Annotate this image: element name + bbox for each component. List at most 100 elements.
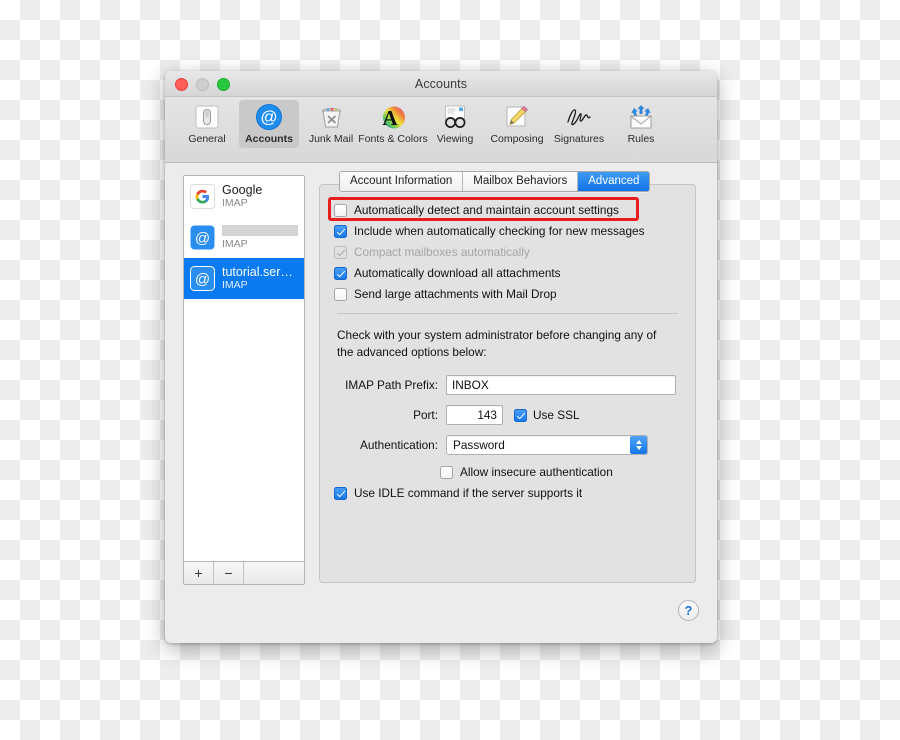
toolbar-label-general: General: [188, 133, 226, 145]
account-type-tutorial-server: IMAP: [222, 279, 248, 291]
account-row-redacted[interactable]: @ IMAP: [184, 218, 304, 258]
minimize-button-icon[interactable]: [196, 78, 209, 91]
toolbar-label-fonts-colors: Fonts & Colors: [358, 133, 428, 145]
svg-text:A: A: [382, 106, 398, 130]
checkbox-label-compact-mailboxes: Compact mailboxes automatically: [354, 245, 530, 259]
authentication-select[interactable]: Password: [446, 435, 648, 456]
field-row-imap-path-prefix: IMAP Path Prefix:: [334, 375, 681, 396]
checkbox-label-use-ssl: Use SSL: [533, 408, 580, 423]
signature-icon: [564, 102, 594, 132]
label-imap-path-prefix: IMAP Path Prefix:: [345, 378, 438, 393]
toolbar-item-accounts[interactable]: @ Accounts: [239, 100, 299, 148]
checkbox-row-use-idle[interactable]: Use IDLE command if the server supports …: [334, 486, 681, 500]
chevron-up-icon: [635, 440, 642, 445]
checkbox-label-mail-drop: Send large attachments with Mail Drop: [354, 287, 557, 301]
add-account-button[interactable]: +: [184, 562, 214, 584]
eyeglasses-icon: [440, 102, 470, 132]
checkbox-row-mail-drop[interactable]: Send large attachments with Mail Drop: [334, 287, 681, 301]
account-name-google: Google: [222, 183, 263, 197]
remove-account-button[interactable]: −: [214, 562, 244, 584]
preferences-body: Google IMAP @ IMAP @ tutorial.ser… IMAP …: [165, 163, 717, 643]
chevron-updown-icon[interactable]: [630, 436, 647, 455]
toolbar-label-rules: Rules: [627, 133, 655, 145]
toolbar-item-fonts-colors[interactable]: A Fonts & Colors: [358, 100, 427, 148]
preferences-toolbar: General @ Accounts Junk Mail A Fonts & C…: [165, 97, 717, 163]
checkbox-use-ssl[interactable]: [514, 408, 527, 422]
help-button[interactable]: ?: [678, 600, 699, 621]
account-row-google[interactable]: Google IMAP: [184, 176, 304, 218]
checkbox-row-download-attachments[interactable]: Automatically download all attachments: [334, 266, 681, 280]
account-text-tutorial-server: tutorial.ser… IMAP: [222, 265, 293, 293]
field-row-authentication: Authentication: Password: [334, 435, 681, 456]
account-name-tutorial-server: tutorial.ser…: [222, 264, 293, 279]
checkbox-row-include-check[interactable]: Include when automatically checking for …: [334, 224, 681, 238]
account-name-redacted-bar: [222, 224, 298, 236]
checkbox-allow-insecure[interactable]: [440, 465, 453, 479]
envelope-arrows-icon: [626, 102, 656, 132]
imap-path-prefix-input[interactable]: [446, 375, 676, 396]
account-text-google: Google IMAP: [222, 183, 262, 211]
admin-note-text: Check with your system administrator bef…: [337, 328, 657, 360]
checkbox-mail-drop[interactable]: [334, 287, 347, 301]
rainbow-letter-a-icon: A: [378, 102, 408, 132]
checkbox-include-check[interactable]: [334, 224, 347, 238]
svg-text:@: @: [195, 271, 210, 288]
tab-mailbox-behaviors[interactable]: Mailbox Behaviors: [463, 172, 579, 191]
accounts-list-toolbar: + −: [184, 561, 304, 584]
toolbar-item-signatures[interactable]: Signatures: [549, 100, 609, 148]
toolbar-item-junk-mail[interactable]: Junk Mail: [301, 100, 361, 148]
window-titlebar: Accounts: [165, 71, 717, 97]
checkbox-label-include-check: Include when automatically checking for …: [354, 224, 645, 238]
checkbox-compact-mailboxes: [334, 245, 347, 259]
settings-tabbar: Account Information Mailbox Behaviors Ad…: [339, 171, 651, 192]
toolbar-item-viewing[interactable]: Viewing: [425, 100, 485, 148]
authentication-select-value: Password: [446, 435, 648, 456]
zoom-button-icon[interactable]: [217, 78, 230, 91]
port-input[interactable]: [446, 405, 503, 426]
accounts-sidebar: Google IMAP @ IMAP @ tutorial.ser… IMAP …: [183, 175, 305, 585]
label-port: Port:: [413, 408, 438, 423]
checkbox-row-compact-mailboxes: Compact mailboxes automatically: [334, 245, 681, 259]
close-button-icon[interactable]: [175, 78, 188, 91]
toolbar-label-viewing: Viewing: [436, 133, 474, 145]
account-settings-area: Account Information Mailbox Behaviors Ad…: [319, 171, 699, 643]
checkbox-label-allow-insecure: Allow insecure authentication: [460, 465, 613, 480]
account-row-tutorial-server[interactable]: @ tutorial.ser… IMAP: [184, 257, 304, 300]
toolbar-label-junk-mail: Junk Mail: [308, 133, 354, 145]
tab-advanced[interactable]: Advanced: [578, 172, 650, 191]
at-sign-icon: @: [254, 102, 284, 132]
label-authentication: Authentication:: [359, 438, 438, 453]
toolbar-item-general[interactable]: General: [177, 100, 237, 148]
svg-text:@: @: [195, 230, 210, 247]
account-type-google: IMAP: [222, 197, 248, 210]
section-divider: [337, 313, 678, 314]
at-sign-icon: @: [190, 225, 215, 250]
checkbox-row-allow-insecure[interactable]: Allow insecure authentication: [440, 465, 681, 479]
checkbox-auto-detect[interactable]: [334, 203, 347, 217]
traffic-light-buttons: [175, 78, 230, 91]
chevron-down-icon: [635, 446, 642, 451]
general-toggle-icon: [192, 102, 222, 132]
window-title: Accounts: [414, 76, 468, 91]
account-text-redacted: IMAP: [222, 224, 298, 251]
google-g-icon: [190, 184, 215, 210]
toolbar-item-rules[interactable]: Rules: [611, 100, 671, 148]
accounts-toolbar-filler: [244, 562, 304, 584]
use-ssl-group[interactable]: Use SSL: [514, 408, 580, 422]
checkbox-download-attachments[interactable]: [334, 266, 347, 280]
checkbox-row-auto-detect[interactable]: Automatically detect and maintain accoun…: [328, 197, 681, 221]
at-sign-icon: @: [190, 265, 215, 291]
checkbox-label-use-idle: Use IDLE command if the server supports …: [354, 486, 583, 501]
tab-account-information[interactable]: Account Information: [340, 172, 464, 191]
accounts-list: Google IMAP @ IMAP @ tutorial.ser… IMAP: [184, 176, 304, 561]
checkbox-use-idle[interactable]: [334, 486, 347, 500]
account-type-redacted: IMAP: [222, 237, 248, 250]
toolbar-item-composing[interactable]: Composing: [487, 100, 547, 148]
svg-text:@: @: [260, 108, 277, 127]
field-row-port: Port: Use SSL: [334, 405, 681, 426]
toolbar-label-signatures: Signatures: [553, 133, 605, 145]
toolbar-label-composing: Composing: [490, 133, 544, 145]
checkbox-label-download-attachments: Automatically download all attachments: [354, 266, 561, 280]
toolbar-label-accounts: Accounts: [245, 133, 293, 145]
checkbox-label-auto-detect: Automatically detect and maintain accoun…: [354, 203, 619, 217]
